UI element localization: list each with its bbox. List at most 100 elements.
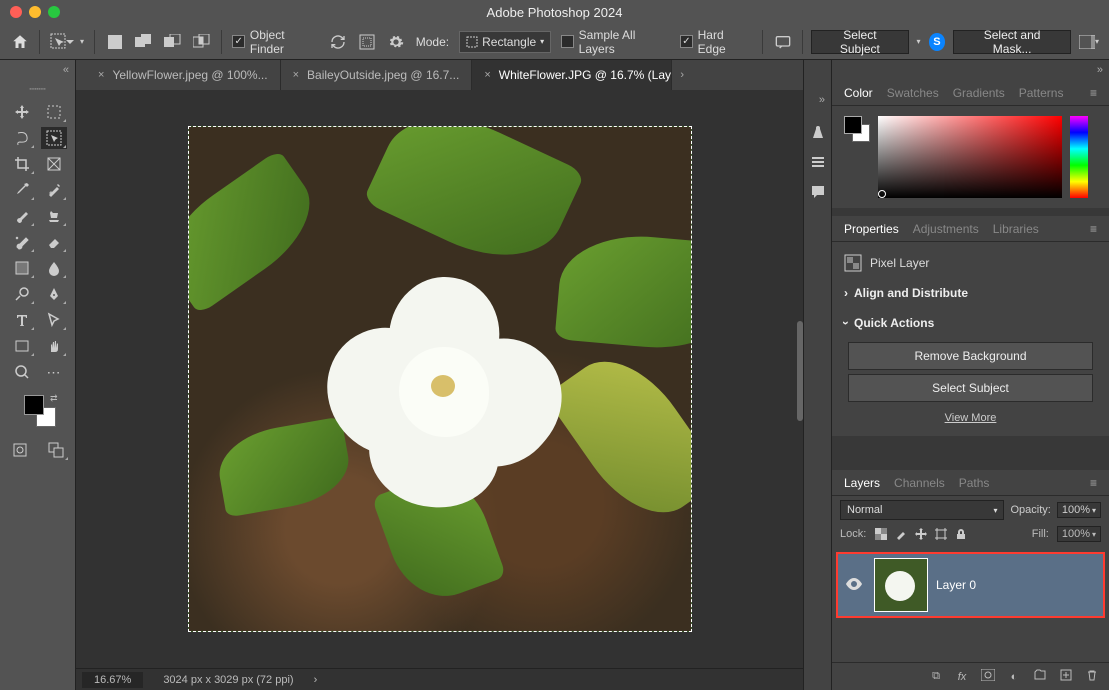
tab-gradients[interactable]: Gradients	[953, 86, 1005, 100]
path-selection-tool-icon[interactable]	[41, 309, 67, 331]
tab-paths[interactable]: Paths	[959, 476, 990, 490]
color-swatch-pair[interactable]	[844, 116, 870, 142]
quick-mask-icon[interactable]	[7, 439, 33, 461]
type-tool-icon[interactable]	[9, 309, 35, 331]
view-more-link[interactable]: View More	[832, 406, 1109, 430]
layer-thumbnail[interactable]	[874, 558, 928, 612]
gradient-tool-icon[interactable]	[9, 257, 35, 279]
refresh-icon[interactable]	[328, 32, 347, 52]
status-chevron-icon[interactable]: ›	[314, 674, 318, 686]
move-tool-icon[interactable]	[9, 101, 35, 123]
subtract-selection-icon[interactable]	[163, 32, 182, 52]
panel-toggle-icon[interactable]: ▾	[1079, 32, 1099, 52]
add-selection-icon[interactable]	[134, 32, 153, 52]
opacity-input[interactable]: 100%▾	[1057, 502, 1101, 518]
select-and-mask-button[interactable]: Select and Mask...	[953, 30, 1071, 54]
tab-layers[interactable]: Layers	[844, 476, 880, 490]
tab-channels[interactable]: Channels	[894, 476, 945, 490]
eyedropper-tool-icon[interactable]	[9, 179, 35, 201]
close-tab-icon[interactable]: ×	[293, 69, 299, 81]
edit-toolbar-icon[interactable]: ⋯	[41, 361, 67, 383]
contextual-badge[interactable]: S	[929, 33, 946, 51]
crop-tool-icon[interactable]	[9, 153, 35, 175]
marquee-tool-icon[interactable]	[41, 101, 67, 123]
brushes-panel-icon[interactable]	[810, 124, 826, 140]
pen-tool-icon[interactable]	[41, 283, 67, 305]
foreground-color-swatch[interactable]	[24, 395, 44, 415]
tab-overflow-icon[interactable]: ›	[672, 60, 692, 90]
tools-drag-handle[interactable]: ┅┅┅	[29, 80, 45, 99]
comments-panel-icon[interactable]	[810, 184, 826, 200]
blur-tool-icon[interactable]	[41, 257, 67, 279]
close-tab-icon[interactable]: ×	[484, 69, 490, 81]
layer-row[interactable]: Layer 0	[836, 552, 1105, 618]
color-field[interactable]	[878, 116, 1062, 198]
foreground-background-swatch[interactable]: ⇄	[18, 393, 58, 429]
tool-preset-picker[interactable]: ▾	[50, 32, 84, 52]
tab-properties[interactable]: Properties	[844, 222, 899, 236]
delete-layer-icon[interactable]	[1085, 669, 1099, 684]
canvas-viewport[interactable]	[76, 90, 803, 668]
lock-pixels-icon[interactable]	[894, 527, 908, 541]
document-dimensions[interactable]: 3024 px x 3029 px (72 ppi)	[163, 674, 293, 686]
tools-collapse-icon[interactable]: «	[63, 64, 69, 76]
settings-gear-icon[interactable]	[387, 32, 406, 52]
new-layer-icon[interactable]	[1059, 669, 1073, 684]
swap-colors-icon[interactable]: ⇄	[50, 393, 58, 404]
tab-swatches[interactable]: Swatches	[887, 86, 939, 100]
feedback-icon[interactable]	[773, 32, 792, 52]
window-close-button[interactable]	[10, 6, 22, 18]
layer-fx-icon[interactable]: fx	[955, 671, 969, 683]
hand-tool-icon[interactable]	[41, 335, 67, 357]
new-selection-icon[interactable]	[105, 32, 124, 52]
lock-artboard-icon[interactable]	[934, 527, 948, 541]
select-subject-button[interactable]: Select Subject	[811, 30, 908, 54]
panel-menu-icon[interactable]: ≡	[1090, 222, 1097, 236]
overlay-options-icon[interactable]	[358, 32, 377, 52]
lasso-tool-icon[interactable]	[9, 127, 35, 149]
adjustment-layer-icon[interactable]: ◐	[1007, 671, 1021, 683]
home-button[interactable]	[10, 32, 29, 52]
remove-background-button[interactable]: Remove Background	[848, 342, 1093, 370]
select-subject-dropdown-icon[interactable]: ▾	[917, 37, 921, 46]
lock-transparency-icon[interactable]	[874, 527, 888, 541]
tab-bailey-outside[interactable]: × BaileyOutside.jpeg @ 16.7...	[281, 60, 473, 90]
history-brush-tool-icon[interactable]	[9, 231, 35, 253]
rectangle-shape-tool-icon[interactable]	[9, 335, 35, 357]
brush-tool-icon[interactable]	[9, 205, 35, 227]
object-finder-checkbox[interactable]: Object Finder	[232, 28, 318, 56]
lock-position-icon[interactable]	[914, 527, 928, 541]
window-minimize-button[interactable]	[29, 6, 41, 18]
intersect-selection-icon[interactable]	[192, 32, 211, 52]
sample-all-layers-checkbox[interactable]: Sample All Layers	[561, 28, 670, 56]
mode-select[interactable]: Rectangle ▾	[459, 31, 551, 53]
align-accordion[interactable]: › Align and Distribute	[832, 278, 1109, 308]
tab-adjustments[interactable]: Adjustments	[913, 222, 979, 236]
panel-menu-icon[interactable]: ≡	[1090, 476, 1097, 490]
dodge-tool-icon[interactable]	[9, 283, 35, 305]
eraser-tool-icon[interactable]	[41, 231, 67, 253]
healing-brush-tool-icon[interactable]	[41, 179, 67, 201]
frame-tool-icon[interactable]	[41, 153, 67, 175]
select-subject-button-panel[interactable]: Select Subject	[848, 374, 1093, 402]
close-tab-icon[interactable]: ×	[98, 69, 104, 81]
blend-mode-select[interactable]: Normal ▾	[840, 500, 1004, 520]
panels-collapse-icon[interactable]: »	[1097, 64, 1103, 76]
panel-menu-icon[interactable]: ≡	[1090, 86, 1097, 100]
layer-name[interactable]: Layer 0	[936, 578, 976, 592]
vertical-scrollbar[interactable]	[797, 321, 803, 421]
history-panel-icon[interactable]	[810, 154, 826, 170]
lock-all-icon[interactable]	[954, 527, 968, 541]
layer-mask-icon[interactable]	[981, 669, 995, 684]
strip-collapse-icon[interactable]: »	[819, 94, 825, 106]
link-layers-icon[interactable]: ⧉	[929, 670, 943, 683]
quick-actions-accordion[interactable]: › Quick Actions	[832, 308, 1109, 338]
zoom-level[interactable]: 16.67%	[82, 672, 143, 688]
screen-mode-icon[interactable]	[43, 439, 69, 461]
hue-slider[interactable]	[1070, 116, 1088, 198]
visibility-eye-icon[interactable]	[846, 578, 862, 593]
zoom-tool-icon[interactable]	[9, 361, 35, 383]
group-layers-icon[interactable]	[1033, 669, 1047, 684]
hard-edge-checkbox[interactable]: Hard Edge	[680, 28, 752, 56]
tab-patterns[interactable]: Patterns	[1019, 86, 1064, 100]
